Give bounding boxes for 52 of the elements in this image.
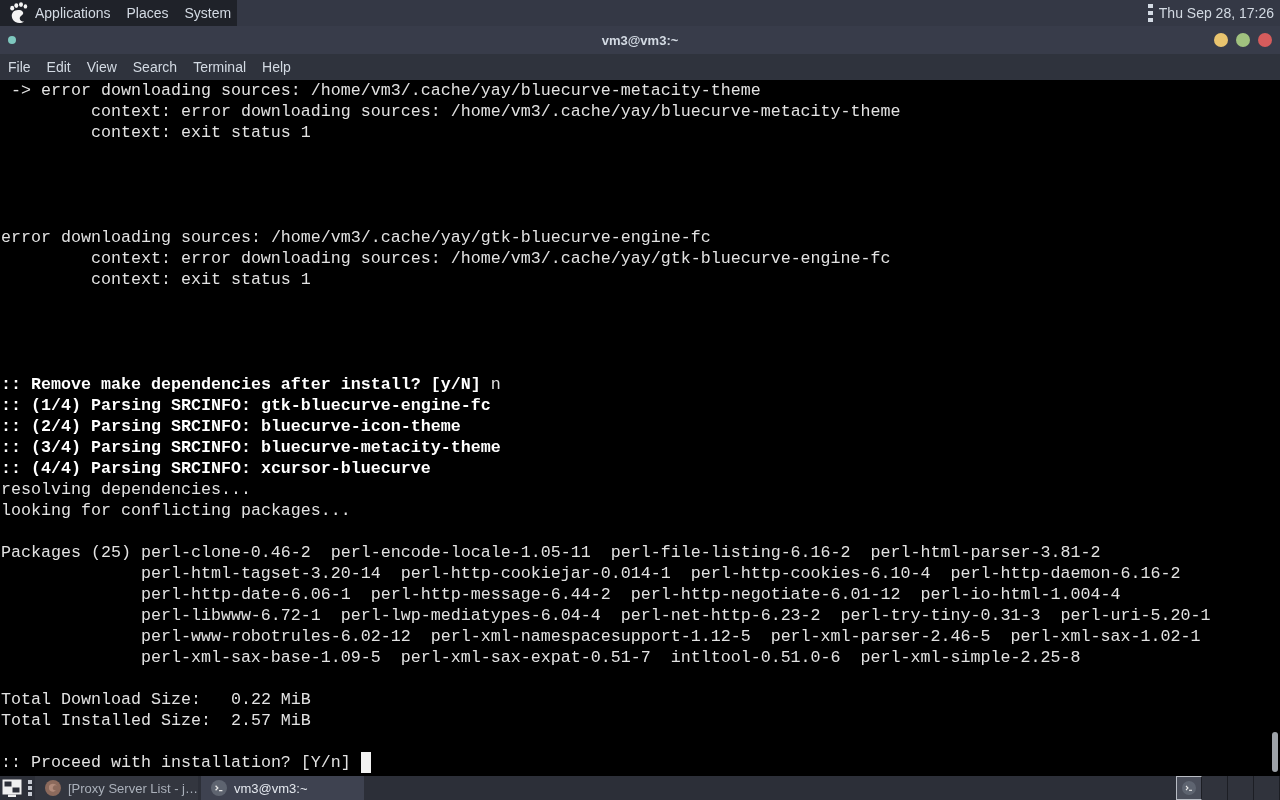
close-button[interactable] — [1258, 33, 1272, 47]
package-list-line: perl-libwww-6.72-1 perl-lwp-mediatypes-6.04-4 perl-net-http-6.23-2 perl-try-tiny-0.31-3 perl-uri-5.20-1 — [140, 605, 1211, 626]
maximize-button[interactable] — [1236, 33, 1250, 47]
minimize-button[interactable] — [1214, 33, 1228, 47]
dot-icon — [8, 36, 16, 44]
packages-label: Packages (25) — [1, 542, 131, 563]
task-button[interactable]: vm3@vm3:~ — [201, 776, 364, 800]
terminal-line: :: (2/4) Parsing SRCINFO: bluecurve-icon-theme — [1, 416, 461, 437]
workspace-cell[interactable] — [1202, 776, 1228, 800]
vertical-dots-icon[interactable] — [1147, 4, 1153, 22]
terminal-line: :: (1/4) Parsing SRCINFO: gtk-bluecurve-engine-fc — [1, 395, 491, 416]
terminal-prompt: :: Proceed with installation? [Y/n] — [1, 752, 351, 773]
terminal-line: looking for conflicting packages... — [1, 500, 351, 521]
panel-menu[interactable]: Applications — [8, 2, 111, 24]
scrollbar-thumb[interactable] — [1272, 732, 1278, 772]
clock-text[interactable]: Thu Sep 28, 17:26 — [1158, 5, 1274, 21]
package-list-line: perl-http-date-6.06-1 perl-http-message-6.44-2 perl-http-negotiate-6.01-12 perl-io-html-1.004-4 — [140, 584, 1121, 605]
task-button[interactable]: [Proxy Server List - j… — [35, 776, 198, 800]
terminal-line: context: error downloading sources: /home/vm3/.cache/yay/gtk-bluecurve-engine-fc — [90, 248, 891, 269]
panel-menu[interactable]: Places — [126, 5, 169, 21]
terminal-line: error downloading sources: /home/vm3/.cache/yay/gtk-bluecurve-engine-fc — [1, 227, 711, 248]
desktop-icon[interactable] — [2, 779, 22, 797]
terminal-line: Total Download Size: 0.22 MiB — [1, 689, 311, 710]
terminal-line: :: (4/4) Parsing SRCINFO: xcursor-bluecurve — [1, 458, 431, 479]
menu-item[interactable]: Help — [262, 59, 291, 75]
menu-item[interactable]: View — [86, 59, 117, 75]
round-app-icon — [45, 780, 61, 796]
package-list-line: perl-www-robotrules-6.02-12 perl-xml-namespacesupport-1.12-5 perl-xml-parser-2.46-5 perl-xml-sax-1.02-1 — [140, 626, 1201, 647]
terminal-icon — [1182, 781, 1196, 795]
terminal-line: resolving dependencies... — [1, 479, 251, 500]
workspace-cell[interactable] — [1254, 776, 1280, 800]
terminal-line: :: (3/4) Parsing SRCINFO: bluecurve-metacity-theme — [1, 437, 501, 458]
terminal-line: context: exit status 1 — [90, 269, 311, 290]
package-list-line: perl-html-tagset-3.20-14 perl-http-cookiejar-0.014-1 perl-http-cookies-6.10-4 perl-http-daemon-6.16-2 — [140, 563, 1181, 584]
terminal-line: context: exit status 1 — [90, 122, 311, 143]
panel-menu[interactable]: System — [184, 5, 232, 21]
menu-item[interactable]: Search — [132, 59, 178, 75]
package-list-line: perl-clone-0.46-2 perl-encode-locale-1.05-11 perl-file-listing-6.16-2 perl-html-parser-3.81-2 — [140, 542, 1101, 563]
menu-item[interactable]: Terminal — [193, 59, 247, 75]
terminal-icon — [211, 780, 227, 796]
terminal-line: -> error downloading sources: /home/vm3/.cache/yay/bluecurve-metacity-theme — [11, 80, 761, 101]
package-list-line: perl-xml-sax-base-1.09-5 perl-xml-sax-expat-0.51-7 intltool-0.51.0-6 perl-xml-simple-2.25-8 — [140, 647, 1081, 668]
handle-icon — [28, 780, 32, 796]
terminal-line: Total Installed Size: 2.57 MiB — [1, 710, 311, 731]
terminal-line: context: error downloading sources: /home/vm3/.cache/yay/bluecurve-metacity-theme — [90, 101, 901, 122]
foot-icon — [8, 2, 28, 24]
window-title: vm3@vm3:~ — [601, 32, 679, 48]
menu-item[interactable]: File — [8, 59, 31, 75]
terminal-line: :: Remove make dependencies after install? [y/N] n — [1, 374, 501, 395]
menu-item[interactable]: Edit — [46, 59, 71, 75]
workspace-cell[interactable] — [1228, 776, 1254, 800]
workspace-cell[interactable] — [1176, 776, 1202, 800]
